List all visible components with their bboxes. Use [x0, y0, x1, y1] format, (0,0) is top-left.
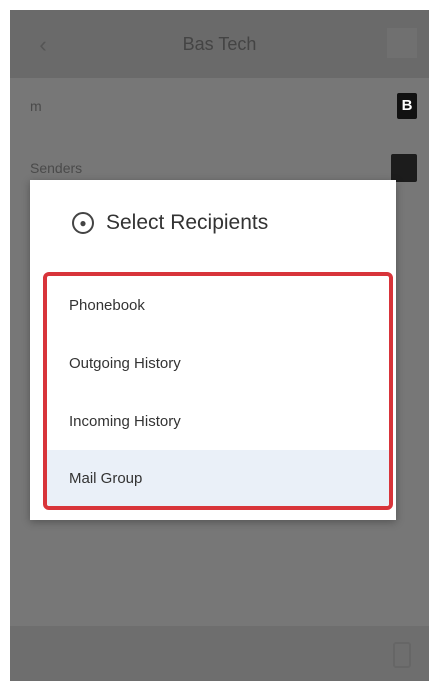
- option-label: Incoming History: [69, 412, 181, 430]
- select-recipients-dialog: ● Select Recipients Phonebook Outgoing H…: [30, 180, 396, 520]
- option-incoming-history[interactable]: Incoming History: [47, 392, 389, 450]
- bottom-bar: [10, 626, 429, 681]
- battery-icon: B: [397, 93, 417, 119]
- option-label: Mail Group: [69, 469, 143, 487]
- option-label: Outgoing History: [69, 354, 181, 372]
- app-bar: ‹ Bas Tech: [10, 10, 429, 78]
- dialog-title: Select Recipients: [106, 210, 269, 234]
- option-outgoing-history[interactable]: Outgoing History: [47, 334, 389, 392]
- app-title: Bas Tech: [182, 33, 257, 54]
- phone-icon[interactable]: [393, 642, 411, 668]
- menu-icon[interactable]: [387, 28, 417, 58]
- list-item[interactable]: m B: [10, 78, 429, 134]
- option-phonebook[interactable]: Phonebook: [47, 276, 389, 334]
- option-label: Phonebook: [69, 296, 145, 314]
- list-item-label: Senders: [30, 160, 83, 176]
- image-icon: [391, 154, 417, 182]
- back-icon[interactable]: ‹: [30, 32, 56, 58]
- dialog-header: ● Select Recipients: [30, 180, 396, 265]
- recipient-icon: ●: [72, 211, 94, 234]
- option-mail-group[interactable]: Mail Group: [47, 450, 389, 506]
- list-item-label: m: [30, 98, 42, 114]
- recipient-options-highlight: Phonebook Outgoing History Incoming Hist…: [43, 272, 393, 510]
